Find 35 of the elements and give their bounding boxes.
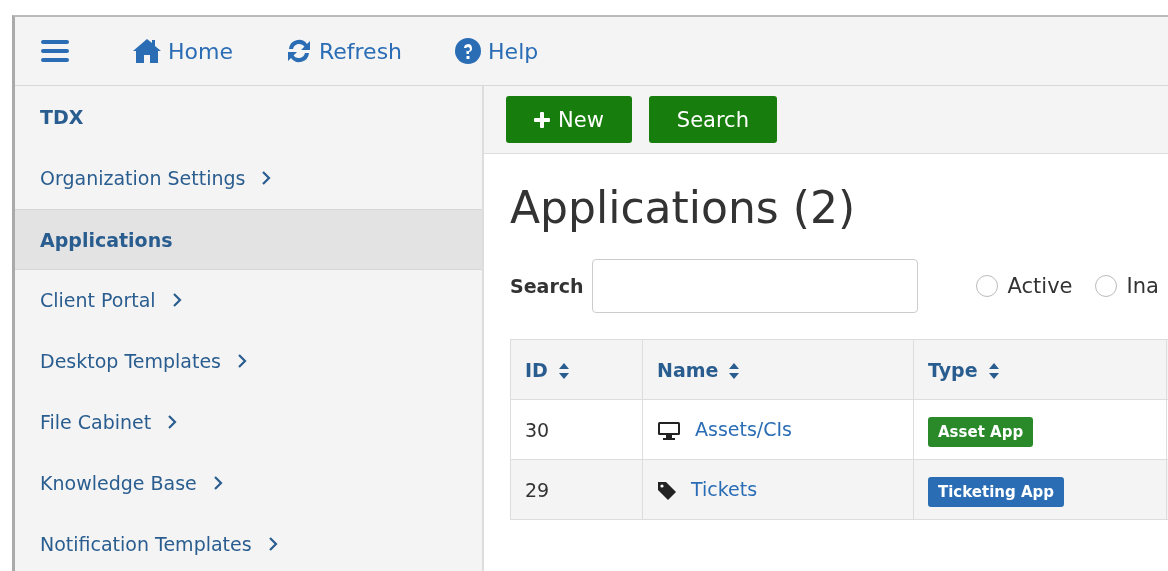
menu-button[interactable] — [40, 39, 70, 63]
search-label: Search — [510, 275, 584, 297]
radio-label: Active — [1007, 274, 1073, 298]
sidebar-item[interactable]: Desktop Templates — [15, 331, 482, 393]
search-field[interactable] — [591, 259, 918, 313]
new-button[interactable]: New — [506, 96, 632, 143]
home-icon — [132, 38, 162, 64]
search-button[interactable]: Search — [648, 96, 777, 143]
help-icon — [454, 37, 483, 65]
sidebar-item[interactable]: File Cabinet — [15, 392, 482, 454]
table-cell: 29 — [510, 459, 643, 520]
radio-button[interactable] — [1094, 275, 1117, 297]
column-header[interactable]: Name — [642, 339, 914, 400]
sidebar-item[interactable]: Notification Templates — [15, 514, 482, 571]
column-header[interactable]: Type — [913, 339, 1167, 400]
table-cell: 30 — [510, 399, 643, 460]
app-link[interactable]: Assets/CIs — [695, 418, 792, 441]
monitor-icon — [657, 420, 681, 441]
sidebar-title: TDX — [39, 105, 85, 130]
help-link[interactable]: Help — [454, 37, 539, 65]
plus-icon — [534, 111, 550, 128]
type-badge: Asset App — [928, 416, 1034, 447]
radio-button[interactable] — [975, 275, 998, 297]
type-badge: Ticketing App — [928, 476, 1065, 507]
refresh-link[interactable]: Refresh — [284, 37, 403, 65]
home-link[interactable]: Home — [132, 38, 233, 64]
radio-label: Ina — [1126, 274, 1159, 298]
sidebar-item[interactable]: Client Portal — [15, 270, 482, 332]
sidebar-item[interactable]: Knowledge Base — [15, 453, 482, 515]
sidebar-item[interactable]: Organization Settings — [15, 148, 482, 210]
column-header[interactable]: ID — [510, 339, 643, 400]
tag-icon — [657, 480, 677, 501]
app-link[interactable]: Tickets — [691, 478, 758, 501]
page-heading: Applications (2) — [510, 182, 857, 233]
sidebar-item[interactable]: Applications — [15, 209, 482, 271]
